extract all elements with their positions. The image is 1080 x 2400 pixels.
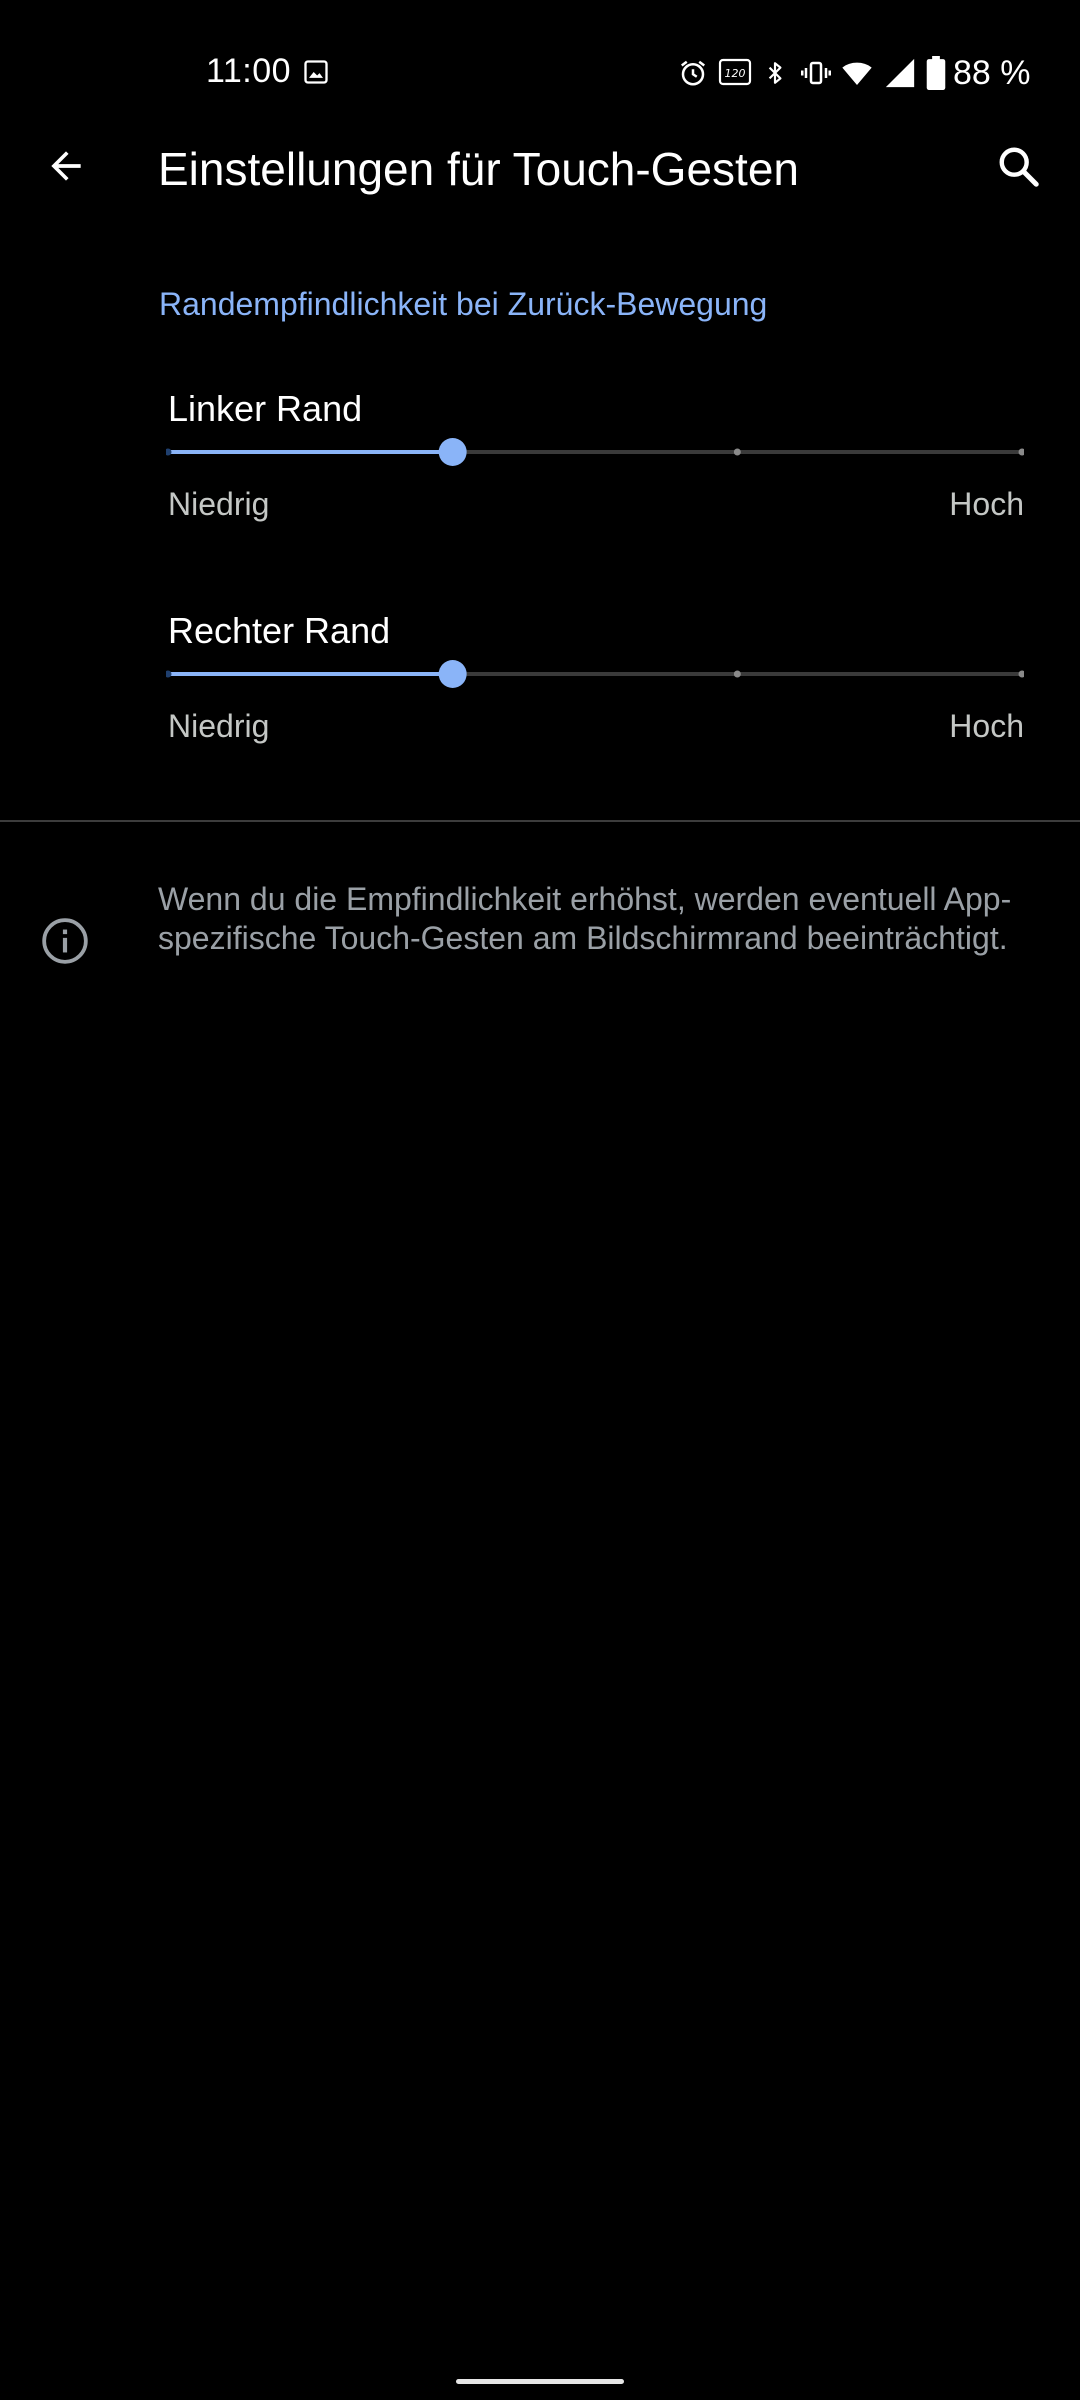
slider-thumb[interactable] [438,660,467,688]
alarm-icon [681,60,705,86]
section-header: Randempfindlichkeit bei Zurück-Bewegung [159,286,768,322]
slider-label: Rechter Rand [168,610,391,651]
slider-tick [1018,448,1024,456]
slider-svg [166,438,1024,466]
slider-label: Linker Rand [168,388,363,429]
back-button[interactable] [30,130,102,202]
page-title: Einstellungen für Touch-Gesten [158,143,799,195]
slider-max-label: Hoch [949,486,1024,522]
info-text: Wenn du die Empfindlichkeit erhöhst, wer… [158,881,1012,956]
slider-thumb[interactable] [438,438,467,466]
slider-svg [166,660,1024,688]
slider-tick [166,448,172,456]
right-edge-slider[interactable] [166,660,1024,688]
search-icon [999,147,1039,187]
gesture-nav-handle[interactable] [456,2379,624,2384]
status-bar: 11:00 120 88 % [0,0,1080,150]
vibrate-icon [801,61,831,85]
search-button[interactable] [986,134,1052,200]
svg-text:120: 120 [725,67,746,80]
wifi-icon [842,62,872,85]
bluetooth-icon [768,62,782,84]
slider-tick [733,670,741,678]
battery-icon [926,56,946,90]
slider-tick [166,670,172,678]
info-icon [42,918,88,964]
battery-level: 88 % [953,54,1031,92]
divider [0,820,1080,822]
refresh-rate-icon: 120 [718,58,752,86]
left-edge-slider[interactable] [166,438,1024,466]
signal-icon [885,58,915,88]
slider-min-label: Niedrig [168,486,270,522]
slider-max-label: Hoch [949,708,1024,744]
image-icon [304,60,328,84]
slider-tick [733,448,741,456]
slider-min-label: Niedrig [168,708,270,744]
slider-tick [1018,670,1024,678]
arrow-back-icon [51,151,81,181]
status-time: 11:00 [206,52,292,90]
